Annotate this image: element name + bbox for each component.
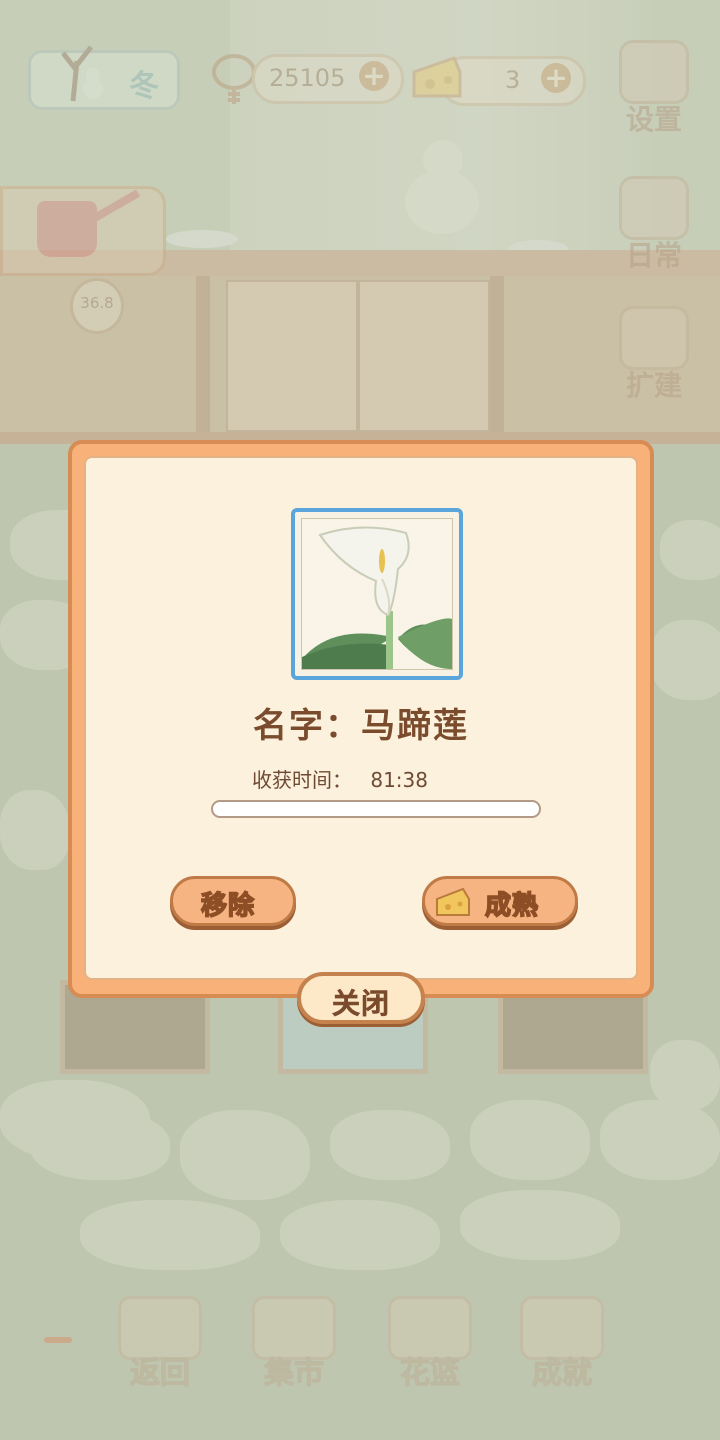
ripen-button[interactable]: 成熟: [422, 876, 578, 926]
dialog-panel: 名字：马蹄莲 收获时间： 81:38 移除 成熟: [84, 456, 638, 980]
harvest-label: 收获时间：: [252, 768, 352, 792]
ripen-label: 成熟: [484, 890, 540, 922]
plant-info-dialog: 名字：马蹄莲 收获时间： 81:38 移除 成熟: [68, 440, 654, 998]
plant-image-inner: [301, 518, 453, 670]
harvest-time: 81:38: [370, 768, 428, 792]
harvest-info: 收获时间： 81:38: [252, 764, 428, 793]
plant-name: 名字：马蹄莲: [253, 706, 469, 746]
cheese-icon: [436, 887, 470, 916]
close-button[interactable]: 关闭: [297, 972, 425, 1024]
remove-label: 移除: [200, 890, 256, 922]
remove-button[interactable]: 移除: [170, 876, 296, 926]
growth-progress-bar: [211, 800, 541, 818]
plant-image-frame: [291, 508, 463, 680]
close-label: 关闭: [331, 987, 390, 1021]
calla-lily-icon: [302, 526, 452, 669]
